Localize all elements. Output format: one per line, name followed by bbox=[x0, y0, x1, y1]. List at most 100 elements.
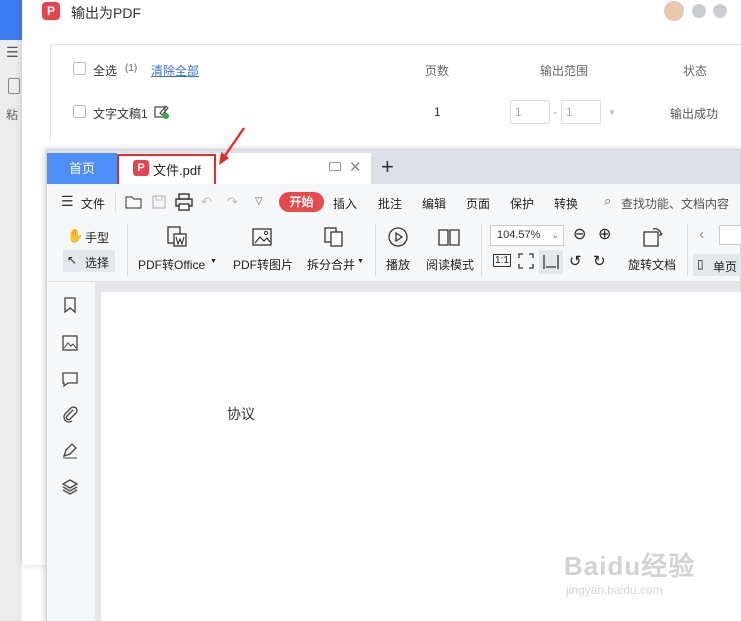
column-header-status: 状态 bbox=[683, 64, 708, 78]
cursor-icon: ↖ bbox=[67, 253, 78, 267]
select-all-checkbox[interactable] bbox=[73, 62, 86, 75]
more-dropdown-icon[interactable]: ▽ bbox=[255, 196, 263, 207]
redo-icon[interactable]: ↷ bbox=[227, 194, 238, 210]
hamburger-icon[interactable]: ☰ bbox=[6, 44, 19, 61]
menu-file[interactable]: 文件 bbox=[81, 195, 105, 212]
screen: ☰ 粘 P 输出为PDF 全选 (1) 清除全部 页数 输出范围 状态 文字文稿… bbox=[0, 0, 741, 621]
pdf-to-office-button[interactable]: PDF转Office bbox=[138, 256, 205, 273]
menu-insert[interactable]: 插入 bbox=[333, 195, 357, 212]
rotate-right-icon[interactable]: ↻ bbox=[593, 252, 606, 270]
avatar[interactable] bbox=[664, 1, 684, 21]
watermark: Baidu经验 jingyan.baidu.com bbox=[564, 546, 695, 597]
menu-bar: ☰ 文件 ↶ ↷ ▽ 开始 插入 批注 编辑 页面 保护 转换 ⌕ 查找功能、文… bbox=[47, 184, 740, 220]
save-icon[interactable] bbox=[151, 194, 167, 210]
fit-page-icon[interactable] bbox=[517, 252, 535, 270]
pdf-logo-icon: P bbox=[42, 2, 60, 20]
tab-bar: 首页 P 文件.pdf ✕ + bbox=[47, 150, 740, 189]
new-tab-icon[interactable]: + bbox=[381, 154, 394, 180]
zoom-select[interactable]: 104.57% ⌄ bbox=[490, 225, 564, 246]
range-dash: - bbox=[553, 105, 557, 119]
single-page-button[interactable]: ▯ 单页 bbox=[693, 254, 741, 276]
menu-protect[interactable]: 保护 bbox=[510, 195, 534, 212]
zoom-in-icon[interactable]: ⊕ bbox=[598, 224, 611, 244]
split-merge-icon bbox=[324, 227, 343, 247]
menu-page[interactable]: 页面 bbox=[466, 195, 490, 212]
left-sidebar bbox=[47, 282, 95, 621]
security-icon[interactable] bbox=[713, 4, 727, 18]
ribbon-divider bbox=[481, 224, 482, 276]
dialog-titlebar: P 输出为PDF bbox=[22, 0, 741, 26]
document-text: 协议 bbox=[227, 408, 255, 423]
pdf-to-image-button[interactable]: PDF转图片 bbox=[233, 256, 293, 273]
hand-tool[interactable]: 手型 bbox=[85, 229, 109, 246]
read-mode-icon bbox=[438, 229, 460, 246]
bookmark-icon[interactable] bbox=[61, 296, 79, 314]
play-icon bbox=[388, 227, 408, 247]
zoom-out-icon[interactable]: ⊖ bbox=[573, 224, 586, 244]
close-tab-icon[interactable]: ✕ bbox=[349, 158, 362, 176]
paste-icon[interactable] bbox=[8, 78, 20, 94]
edit-icon[interactable] bbox=[154, 105, 170, 119]
pdf-to-office-icon bbox=[167, 226, 187, 247]
watermark-url: jingyan.baidu.com bbox=[566, 583, 663, 597]
select-all-label: 全选 bbox=[93, 64, 118, 78]
zoom-value: 104.57% bbox=[497, 229, 541, 241]
ribbon-divider bbox=[687, 224, 688, 276]
ribbon-divider bbox=[127, 224, 128, 276]
clear-all-link[interactable]: 清除全部 bbox=[151, 62, 199, 79]
tab-home[interactable]: 首页 bbox=[47, 153, 117, 184]
pdf-to-office-dropdown-icon[interactable]: ▼ bbox=[210, 258, 217, 265]
split-merge-button[interactable]: 拆分合并 bbox=[307, 256, 355, 273]
watermark-logo: Baidu经验 bbox=[564, 551, 696, 581]
row-pages: 1 bbox=[434, 105, 441, 119]
row-status: 输出成功 bbox=[670, 107, 719, 121]
print-icon[interactable] bbox=[175, 193, 193, 211]
comment-icon[interactable] bbox=[61, 370, 79, 388]
menu-start[interactable]: 开始 bbox=[279, 192, 324, 212]
read-mode-button[interactable]: 阅读模式 bbox=[426, 256, 474, 273]
menu-divider bbox=[115, 192, 116, 212]
search-input[interactable]: 查找功能、文档内容 bbox=[621, 195, 729, 212]
skin-icon[interactable] bbox=[692, 4, 706, 18]
play-button[interactable]: 播放 bbox=[386, 256, 410, 273]
row-checkbox[interactable] bbox=[73, 105, 86, 118]
rotate-left-icon[interactable]: ↺ bbox=[569, 252, 582, 270]
select-tool[interactable]: 选择 bbox=[85, 254, 109, 271]
ribbon-divider bbox=[375, 224, 376, 276]
menu-annotate[interactable]: 批注 bbox=[378, 195, 402, 212]
row-filename: 文字文稿1 bbox=[93, 107, 148, 121]
single-page-label: 单页 bbox=[713, 260, 738, 274]
layers-icon[interactable] bbox=[61, 478, 79, 496]
dialog-title: 输出为PDF bbox=[71, 5, 141, 21]
single-page-icon: ▯ bbox=[697, 257, 704, 271]
page-number-input[interactable] bbox=[719, 225, 741, 245]
zoom-dropdown-icon[interactable]: ⌄ bbox=[551, 226, 559, 245]
menu-hamburger-icon[interactable]: ☰ bbox=[61, 193, 74, 210]
thumbnail-icon[interactable] bbox=[61, 334, 79, 352]
menu-edit[interactable]: 编辑 bbox=[422, 195, 446, 212]
actual-size-icon[interactable]: 1:1 bbox=[493, 254, 511, 267]
range-to-input[interactable]: 1 bbox=[561, 100, 601, 124]
split-merge-dropdown-icon[interactable]: ▼ bbox=[357, 258, 364, 265]
rotate-document-icon bbox=[643, 228, 663, 247]
menu-convert[interactable]: 转换 bbox=[554, 195, 578, 212]
search-icon[interactable]: ⌕ bbox=[604, 193, 611, 209]
signature-icon[interactable] bbox=[61, 441, 79, 459]
hand-icon: ✋ bbox=[67, 228, 84, 243]
column-header-range: 输出范围 bbox=[540, 64, 589, 78]
monitor-icon[interactable] bbox=[329, 162, 341, 171]
attachment-icon[interactable] bbox=[61, 405, 79, 423]
range-from-input[interactable]: 1 bbox=[510, 100, 550, 124]
selected-count: (1) bbox=[125, 63, 138, 74]
range-dropdown-icon[interactable]: ▼ bbox=[608, 108, 616, 117]
open-folder-icon[interactable] bbox=[125, 194, 143, 210]
paste-label: 粘 bbox=[6, 108, 19, 122]
rotate-document-button[interactable]: 旋转文档 bbox=[628, 256, 676, 273]
undo-icon[interactable]: ↶ bbox=[201, 194, 212, 210]
ribbon-toolbar: ✋ 手型 ↖ 选择 PDF转Office ▼ PDF转图片 拆分合并 ▼ 播放 … bbox=[47, 220, 741, 282]
prev-page-icon[interactable]: ‹ bbox=[699, 226, 704, 244]
pdf-to-image-icon bbox=[252, 228, 272, 246]
background-app: ☰ 粘 bbox=[0, 0, 22, 621]
fit-width-icon[interactable] bbox=[542, 253, 560, 271]
background-app-header bbox=[0, 0, 22, 40]
